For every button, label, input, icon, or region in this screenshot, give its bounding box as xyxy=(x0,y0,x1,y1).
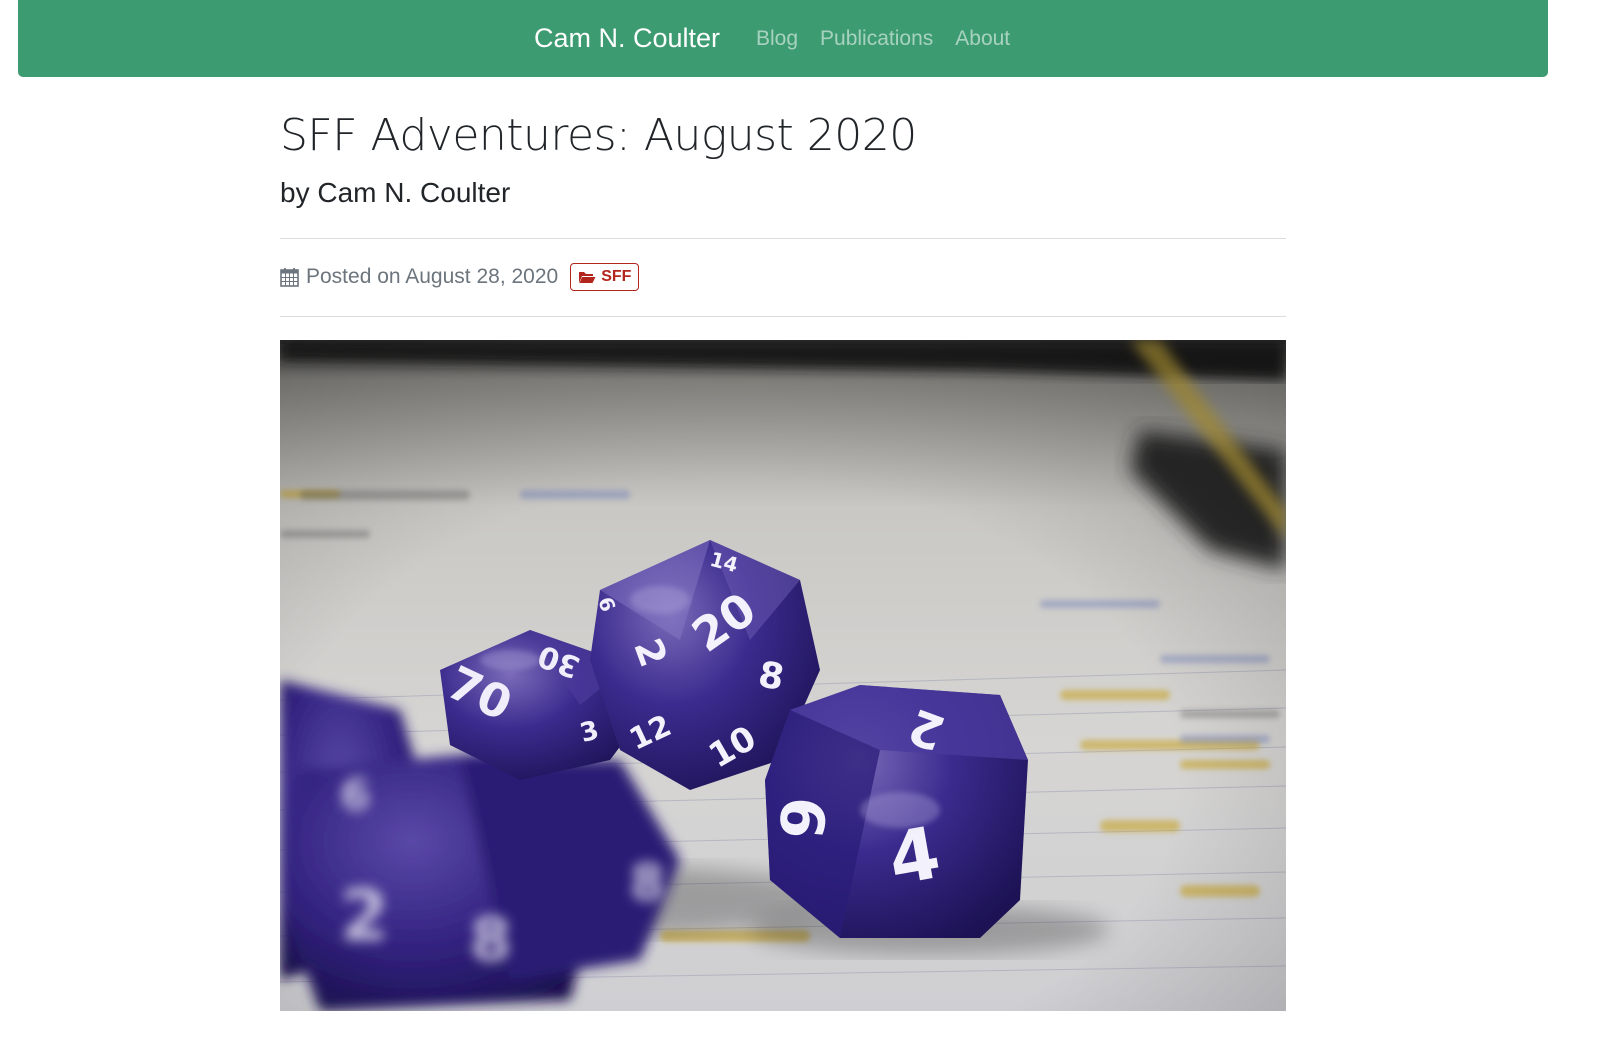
post-byline: by Cam N. Coulter xyxy=(280,177,511,208)
post-title: SFF Adventures: August 2020 xyxy=(280,110,917,161)
top-navbar: Cam N. Coulter Blog Publications About xyxy=(18,0,1548,77)
site-brand-link[interactable]: Cam N. Coulter xyxy=(534,22,720,54)
post-meta: Posted on August 28, 2020 SFF xyxy=(280,263,640,291)
nav-links: Blog Publications About xyxy=(756,26,1010,52)
nav-link-about[interactable]: About xyxy=(955,26,1010,52)
folder-open-icon xyxy=(579,272,596,283)
nav-link-publications[interactable]: Publications xyxy=(820,26,933,52)
category-label: SFF xyxy=(601,268,632,285)
post-content: SFF Adventures: August 2020 by Cam N. Co… xyxy=(280,100,1286,1011)
posted-date: Posted on August 28, 2020 xyxy=(306,265,559,288)
nav-link-blog[interactable]: Blog xyxy=(756,26,798,52)
calendar-icon xyxy=(280,267,299,287)
hero-image: 2 8 8 6 70 30 3 20 2 8 10 12 xyxy=(280,340,1286,1011)
divider-top xyxy=(280,238,1286,239)
category-badge[interactable]: SFF xyxy=(570,263,640,291)
dice-photo: 2 8 8 6 70 30 3 20 2 8 10 12 xyxy=(280,340,1286,1011)
divider-bottom xyxy=(280,316,1286,317)
